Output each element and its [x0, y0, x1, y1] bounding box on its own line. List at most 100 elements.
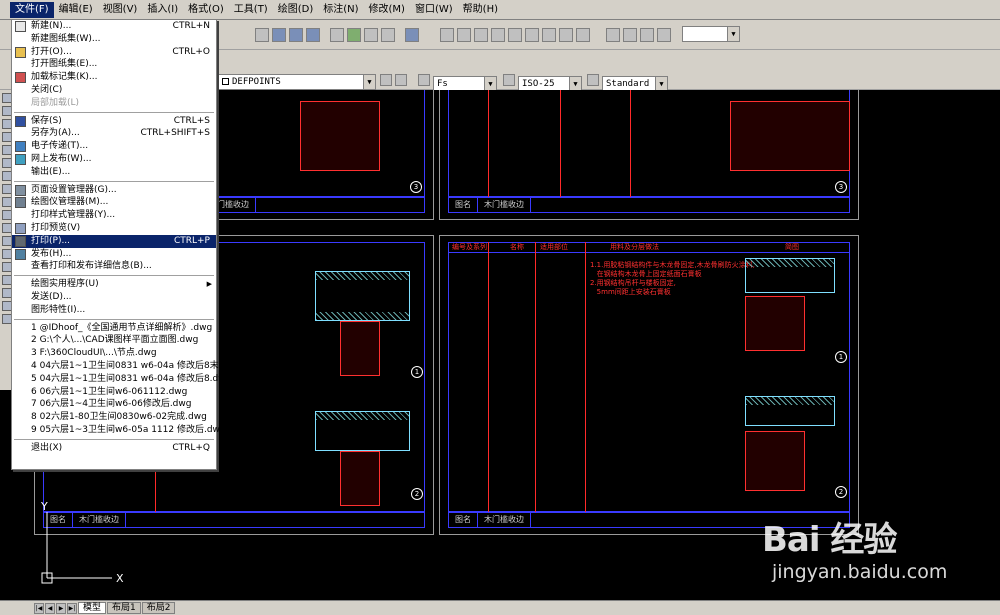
file-menu-item-28[interactable]: 7 06六层1~4卫生间w6-06修改后.dwg [12, 398, 216, 411]
file-menu-item-25[interactable]: 4 04六层1~1卫生间0831 w6-04a 修改后8末.dwg [12, 360, 240, 373]
file-menu-item-15[interactable]: 打印预览(V) [12, 222, 216, 235]
menu-0[interactable]: 文件(F) [10, 1, 54, 18]
file-menu-item-9[interactable]: 电子传递(T)... [12, 140, 216, 153]
file-menu-item-7[interactable]: 保存(S) CTRL+S [12, 115, 216, 128]
quick-dim-icon[interactable] [576, 28, 590, 42]
zoom-realtime-icon[interactable] [272, 28, 286, 42]
dim-style-value: ISO-25 [522, 79, 555, 89]
file-menu-item-30[interactable]: 9 05六层1~3卫生间w6-05a 1112 修改后.dwg [12, 424, 226, 437]
menu-1[interactable]: 编辑(E) [54, 2, 98, 18]
layer-previous-icon[interactable] [395, 74, 407, 86]
tab-model[interactable]: 模型 [78, 602, 107, 614]
column-header: 适用部位 [540, 243, 568, 251]
detail-number: 2 [835, 486, 847, 498]
file-menu-item-18[interactable]: 查看打印和发布详细信息(B)... [12, 260, 216, 273]
file-menu-item-21[interactable]: 图形特性(I)... [12, 304, 216, 317]
viewport-clip-icon[interactable] [640, 28, 654, 42]
menu-item-label: 新建图纸集(W)... [31, 33, 101, 44]
file-menu-item-23[interactable]: 2 G:\个人\...\CAD课图样平面立面图.dwg [12, 334, 216, 347]
properties-icon[interactable] [330, 28, 344, 42]
viewport-scale-icon[interactable] [657, 28, 671, 42]
table-style-icon[interactable] [587, 74, 599, 86]
detail-number: 1 [835, 351, 847, 363]
file-menu-item-14[interactable]: 打印样式管理器(Y)... [12, 209, 216, 222]
prev-tab-button[interactable]: ◀ [45, 602, 55, 614]
next-tab-button[interactable]: ▶ [56, 602, 66, 614]
menu-item-label: 打印预览(V) [31, 222, 81, 233]
menu-7[interactable]: 标注(N) [318, 2, 363, 18]
file-menu-item-27[interactable]: 6 06六层1~1卫生间w6-061112.dwg [12, 386, 216, 399]
menu-item-label: 网上发布(W)... [31, 153, 92, 164]
file-menu-item-31[interactable]: 退出(X) CTRL+Q [12, 442, 216, 455]
dim-style-icon[interactable] [503, 74, 515, 86]
dim-linear-icon[interactable] [440, 28, 454, 42]
dim-angular-icon[interactable] [559, 28, 573, 42]
menu-9[interactable]: 窗口(W) [410, 2, 458, 18]
tab-layout1[interactable]: 布局1 [107, 602, 141, 614]
dim-radius-icon[interactable] [508, 28, 522, 42]
file-menu-item-5[interactable]: 关闭(C) [12, 84, 216, 97]
watermark-logo: Bai 经验 [762, 520, 897, 560]
dim-jogged-icon[interactable] [525, 28, 539, 42]
file-menu-item-11[interactable]: 输出(E)... [12, 166, 216, 179]
file-menu-item-20[interactable]: 发送(D)... [12, 291, 216, 304]
viewport-icon[interactable] [606, 28, 620, 42]
viewport-poly-icon[interactable] [623, 28, 637, 42]
file-menu-item-17[interactable]: 发布(H)... [12, 248, 216, 261]
file-menu-item-10[interactable]: 网上发布(W)... [12, 153, 216, 166]
file-menu-item-3[interactable]: 打开图纸集(E)... [12, 58, 216, 71]
column-header: 名称 [510, 243, 524, 251]
dim-diameter-icon[interactable] [542, 28, 556, 42]
design-center-icon[interactable] [347, 28, 361, 42]
detail-number: 2 [411, 488, 423, 500]
file-menu-item-2[interactable]: 打开(O)... CTRL+O [12, 46, 216, 59]
pan-icon[interactable] [255, 28, 269, 42]
file-menu-item-22[interactable]: 1 @IDhoof_《全国通用节点详细解析》.dwg [12, 322, 216, 335]
menu-bar: 文件(F) 编辑(E) 视图(V) 插入(I) 格式(O) 工具(T) 绘图(D) 标注(N)… [0, 0, 1000, 20]
zoom-previous-icon[interactable] [306, 28, 320, 42]
title-value: 木门槛收边 [478, 513, 531, 527]
menu-item-label: 输出(E)... [31, 166, 71, 177]
file-menu-item-0[interactable]: 新建(N)... CTRL+N [12, 20, 216, 33]
file-menu-item-13[interactable]: 绘图仪管理器(M)... [12, 196, 216, 209]
submenu-arrow-icon: ▶ [206, 280, 212, 289]
file-menu-item-26[interactable]: 5 04六层1~1卫生间0831 w6-04a 修改后8.dwg [12, 373, 231, 386]
menu-separator [14, 180, 214, 182]
ceiling-detail [745, 396, 835, 426]
file-menu-item-19[interactable]: 绘图实用程序(U) ▶ [12, 278, 216, 291]
layer-state-icon[interactable] [380, 74, 392, 86]
file-menu-item-29[interactable]: 8 02六层1-80卫生间0830w6-02完成.dwg [12, 411, 216, 424]
file-menu-item-1[interactable]: 新建图纸集(W)... [12, 33, 216, 46]
dim-ordinate-icon[interactable] [491, 28, 505, 42]
first-tab-button[interactable]: |◀ [34, 602, 44, 614]
new-file-icon [15, 21, 26, 32]
file-menu-item-12[interactable]: 页面设置管理器(G)... [12, 184, 216, 197]
menu-separator [14, 438, 214, 440]
file-menu-item-4[interactable]: 加载标记集(K)... [12, 71, 216, 84]
menu-10[interactable]: 帮助(H) [458, 2, 503, 18]
menu-item-shortcut: CTRL+N [172, 21, 210, 31]
last-tab-button[interactable]: ▶| [67, 602, 77, 614]
menu-3[interactable]: 插入(I) [142, 2, 183, 18]
dim-arc-icon[interactable] [474, 28, 488, 42]
menu-2[interactable]: 视图(V) [98, 2, 143, 18]
file-menu-item-16[interactable]: 打印(P)... CTRL+P [12, 234, 216, 248]
help-icon[interactable] [405, 28, 419, 42]
menu-item-label: 打印样式管理器(Y)... [31, 210, 116, 221]
menu-4[interactable]: 格式(O) [183, 2, 229, 18]
tool-palette-icon[interactable] [364, 28, 378, 42]
menu-5[interactable]: 工具(T) [229, 2, 273, 18]
menu-6[interactable]: 绘图(D) [273, 2, 319, 18]
layer-combo[interactable]: DEFPOINTS ▼ [218, 74, 376, 90]
zoom-window-icon[interactable] [289, 28, 303, 42]
menu-item-label: 5 04六层1~1卫生间0831 w6-04a 修改后8.dwg [31, 373, 232, 384]
file-menu-item-8[interactable]: 另存为(A)... CTRL+SHIFT+S [12, 127, 216, 140]
sheet-set-icon[interactable] [381, 28, 395, 42]
file-menu-item-24[interactable]: 3 F:\360CloudUI\...\节点.dwg [12, 347, 216, 360]
text-style-icon[interactable] [418, 74, 430, 86]
viewport-scale-combo[interactable]: ▼ [682, 26, 740, 42]
menu-8[interactable]: 修改(M) [364, 2, 410, 18]
tab-layout2[interactable]: 布局2 [141, 602, 176, 614]
ceiling-detail [315, 271, 410, 321]
dim-aligned-icon[interactable] [457, 28, 471, 42]
